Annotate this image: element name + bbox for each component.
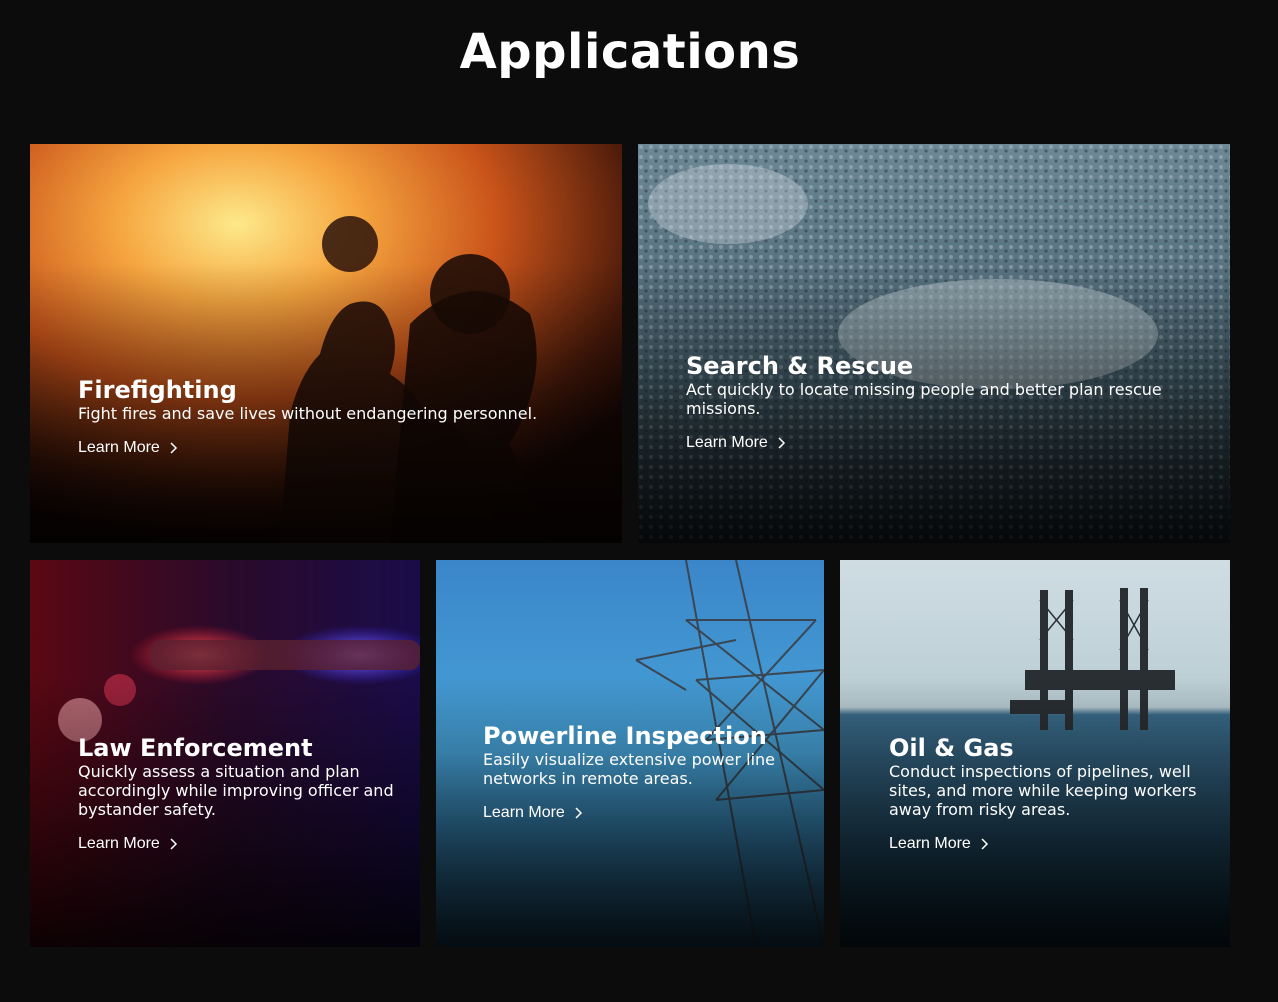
- card-description: Act quickly to locate missing people and…: [686, 380, 1162, 418]
- card-title: Firefighting: [78, 376, 237, 404]
- learn-more-label: Learn More: [889, 835, 971, 852]
- card-title: Powerline Inspection: [483, 722, 767, 750]
- card-title: Oil & Gas: [889, 734, 1014, 762]
- card-description: Easily visualize extensive power line ne…: [483, 750, 775, 788]
- card-search-rescue[interactable]: [638, 144, 1230, 543]
- learn-more-link[interactable]: Learn More: [889, 835, 989, 853]
- applications-page: Applications Firefighting Fight fires an…: [0, 0, 1278, 1002]
- learn-more-link[interactable]: Learn More: [686, 434, 786, 452]
- card-description: Quickly assess a situation and plan acco…: [78, 762, 394, 819]
- card-description: Conduct inspections of pipelines, well s…: [889, 762, 1197, 819]
- learn-more-label: Learn More: [78, 439, 160, 456]
- card-overlay: [30, 144, 622, 543]
- chevron-right-icon: [575, 807, 582, 819]
- learn-more-label: Learn More: [78, 835, 160, 852]
- learn-more-link[interactable]: Learn More: [78, 439, 178, 457]
- chevron-right-icon: [981, 838, 988, 850]
- chevron-right-icon: [778, 437, 785, 449]
- learn-more-link[interactable]: Learn More: [78, 835, 178, 853]
- page-title: Applications: [459, 24, 801, 80]
- learn-more-label: Learn More: [483, 804, 565, 821]
- chevron-right-icon: [170, 838, 177, 850]
- card-firefighting[interactable]: [30, 144, 622, 543]
- learn-more-label: Learn More: [686, 434, 768, 451]
- learn-more-link[interactable]: Learn More: [483, 804, 583, 822]
- card-overlay: [638, 144, 1230, 543]
- card-description: Fight fires and save lives without endan…: [78, 404, 538, 423]
- card-title: Law Enforcement: [78, 734, 313, 762]
- card-title: Search & Rescue: [686, 352, 914, 380]
- chevron-right-icon: [170, 442, 177, 454]
